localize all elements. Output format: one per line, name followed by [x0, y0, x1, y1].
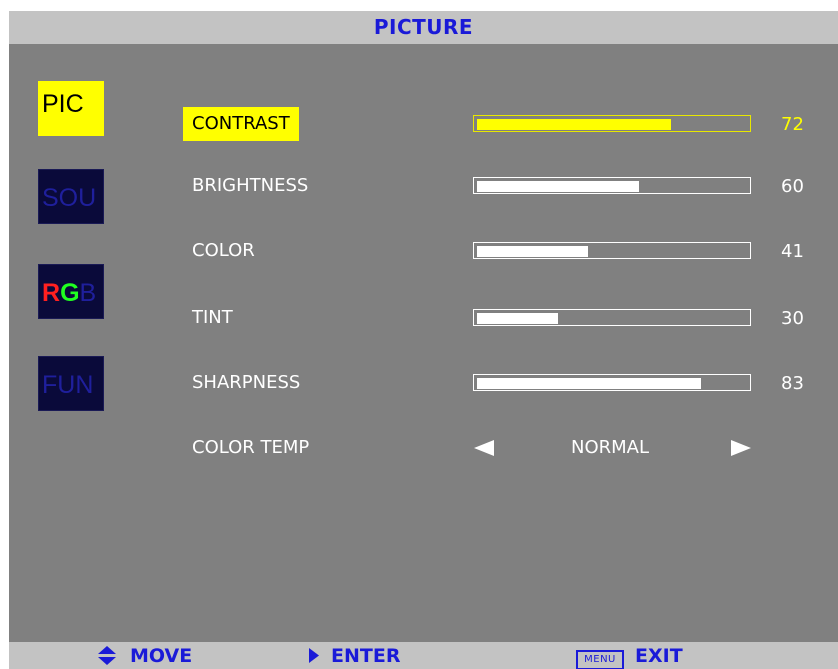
right-arrow-icon[interactable] [730, 438, 752, 458]
contrast-bar[interactable] [473, 115, 751, 132]
tab-fun[interactable]: FUN [38, 356, 104, 411]
contrast-value: 72 [781, 114, 804, 135]
tab-pic[interactable]: PIC [38, 81, 104, 136]
up-down-arrow-icon [98, 646, 116, 665]
tab-sou[interactable]: SOU [38, 169, 104, 224]
sharpness-bar[interactable] [473, 374, 751, 391]
tab-rgb-g: G [60, 279, 80, 307]
sharpness-bar-fill [477, 378, 701, 389]
tab-rgb[interactable]: RGB [38, 264, 104, 319]
setting-sharpness[interactable]: SHARPNESS [183, 366, 309, 400]
brightness-value: 60 [781, 176, 804, 197]
color-bar-fill [477, 246, 588, 257]
setting-color-temp[interactable]: COLOR TEMP [183, 431, 318, 465]
color-temp-value: NORMAL [571, 437, 650, 458]
tab-rgb-b: B [79, 279, 97, 307]
setting-color[interactable]: COLOR [183, 234, 264, 268]
tab-rgb-r: R [42, 279, 61, 307]
exit-hint: EXIT [635, 645, 683, 667]
hint-bar: MOVE ENTER MENU EXIT [9, 642, 838, 669]
menu-key-icon: MENU [576, 650, 624, 669]
color-value: 41 [781, 241, 804, 262]
tab-pic-label: PIC [42, 90, 84, 118]
tab-sou-label: SOU [42, 184, 97, 212]
contrast-bar-fill [477, 119, 671, 130]
left-arrow-icon[interactable] [473, 438, 495, 458]
move-hint: MOVE [130, 645, 193, 667]
setting-tint[interactable]: TINT [183, 301, 242, 335]
setting-contrast[interactable]: CONTRAST [183, 107, 299, 141]
tab-fun-label: FUN [42, 371, 94, 399]
tint-bar[interactable] [473, 309, 751, 326]
tint-bar-fill [477, 313, 558, 324]
brightness-bar[interactable] [473, 177, 751, 194]
osd-menu: PICTURE PIC SOU RGB FUN CONTRAST 72 BRIG… [9, 11, 838, 669]
right-triangle-icon [309, 648, 319, 663]
setting-brightness[interactable]: BRIGHTNESS [183, 169, 317, 203]
menu-title: PICTURE [9, 11, 838, 44]
sharpness-value: 83 [781, 373, 804, 394]
enter-hint: ENTER [331, 645, 401, 667]
color-bar[interactable] [473, 242, 751, 259]
brightness-bar-fill [477, 181, 639, 192]
tint-value: 30 [781, 308, 804, 329]
